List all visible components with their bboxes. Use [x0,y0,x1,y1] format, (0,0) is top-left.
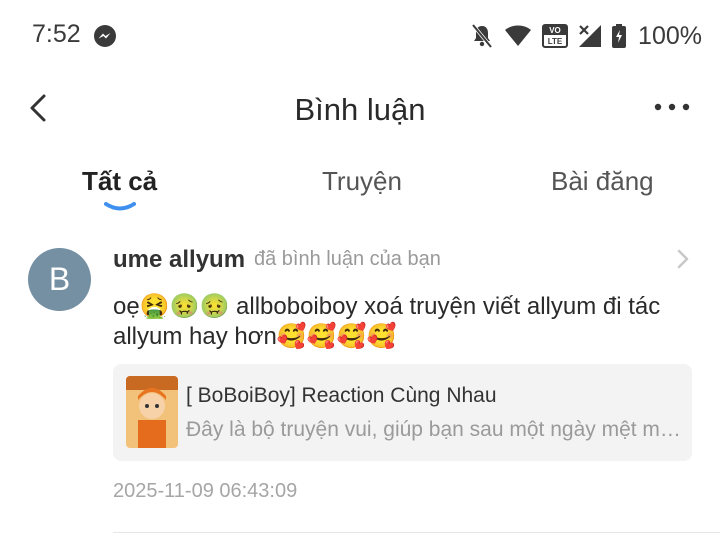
story-description: Đây là bộ truyện vui, giúp bạn sau một n… [186,418,681,441]
battery-icon [612,24,627,48]
comment-item[interactable]: B ume allyum đã bình luận của bạn oẹ🤮🤢🤢 … [0,236,720,536]
commenter-name[interactable]: ume allyum [113,246,245,274]
more-icon[interactable] [652,94,692,120]
signal-icon [579,25,602,47]
avatar[interactable]: B [28,248,91,311]
lte-icon: VO LTE [542,24,569,48]
tab-bar: Tất cả Truyện Bài đăng [0,160,720,220]
svg-text:VO: VO [549,26,561,35]
tab-story[interactable]: Truyện [322,166,402,197]
tab-indicator [104,202,136,211]
story-cover [126,376,178,448]
comment-timestamp: 2025-11-09 06:43:09 [113,480,298,502]
story-card[interactable]: [ BoBoiBoy] Reaction Cùng Nhau Đây là bộ… [113,364,692,461]
svg-text:LTE: LTE [548,37,563,46]
chevron-right-icon[interactable] [676,248,690,270]
status-icons: VO LTE 100% [470,20,702,52]
story-title: [ BoBoiBoy] Reaction Cùng Nhau [186,384,497,407]
mute-icon [471,23,493,49]
page-title: Bình luận [294,92,426,127]
comment-text: oẹ🤮🤢🤢 allboboiboy xoá truyện viết allyum… [113,293,661,350]
wifi-icon [505,25,532,46]
messenger-icon [94,25,116,47]
comment-action: đã bình luận của bạn [254,248,441,270]
divider [113,532,720,533]
battery-percent: 100% [638,21,702,50]
app-header: Bình luận [0,72,720,148]
status-time: 7:52 [32,20,81,48]
tab-all[interactable]: Tất cả [82,166,157,197]
tab-post[interactable]: Bài đăng [551,166,654,197]
status-bar: 7:52 VO LTE 100% [0,0,720,72]
